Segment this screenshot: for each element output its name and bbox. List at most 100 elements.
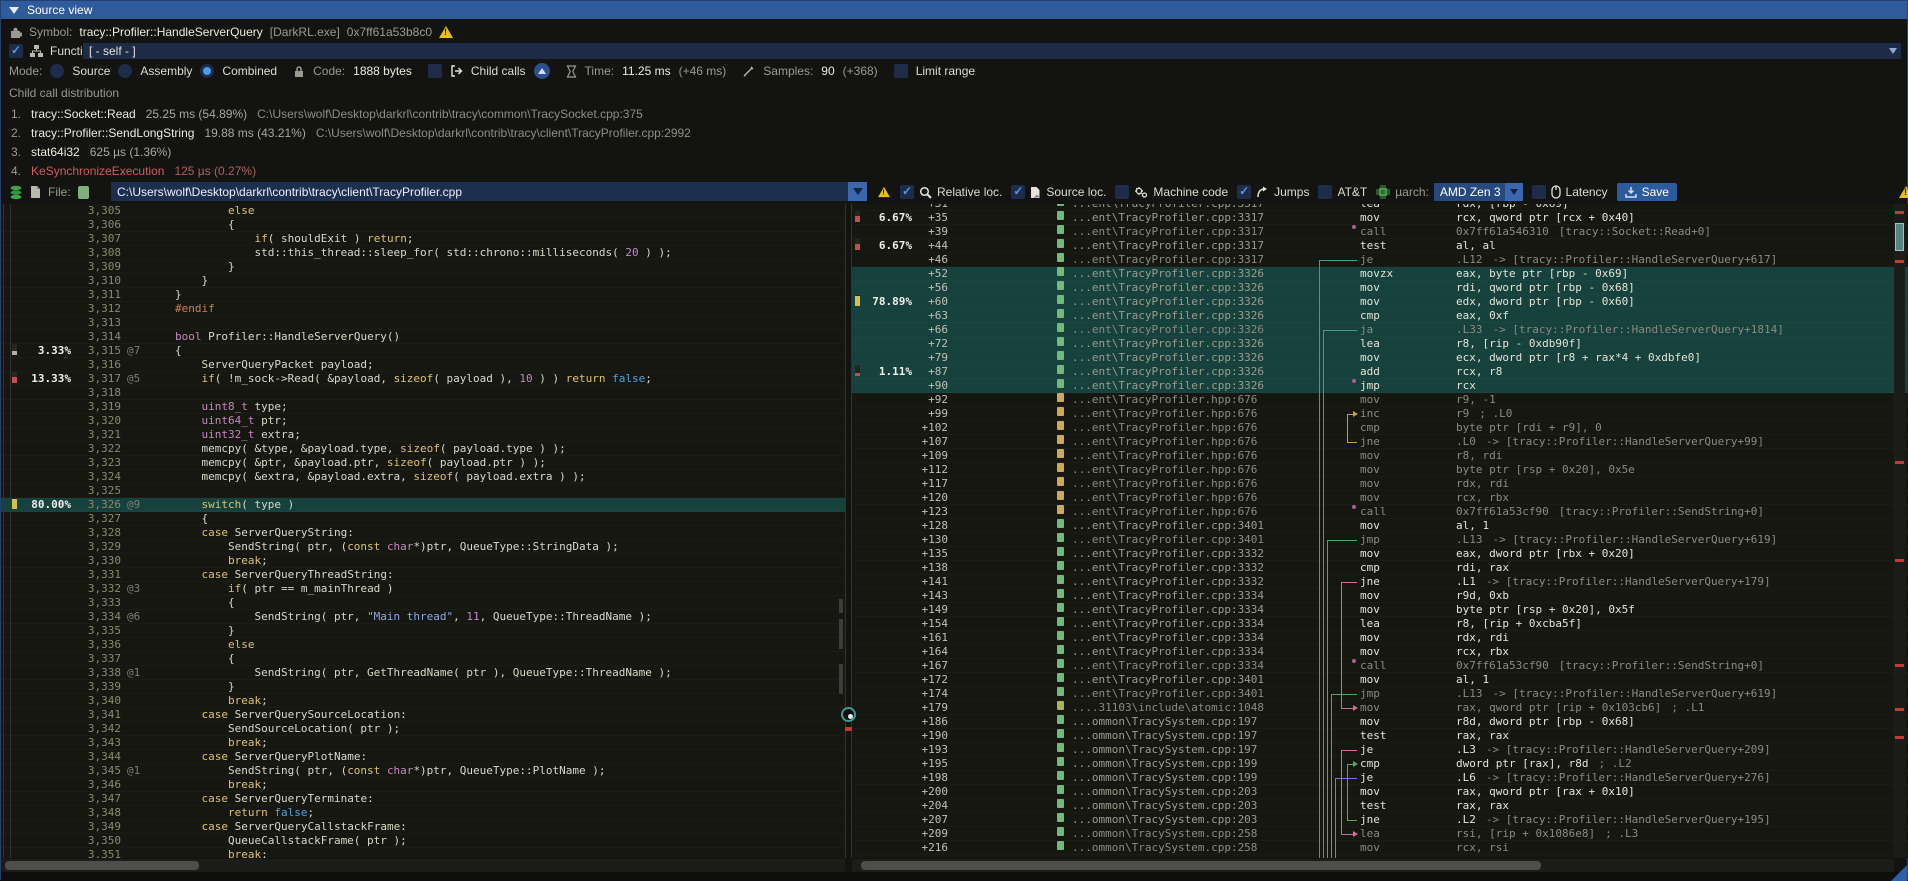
function-checkbox[interactable] (9, 44, 23, 58)
source-line[interactable]: 3,312#endif (1, 302, 845, 316)
asm-row[interactable]: +63...ent\TracyProfiler.cpp:3326cmpeax, … (852, 309, 1908, 323)
asm-row[interactable]: +164...ent\TracyProfiler.cpp:3334movrcx,… (852, 645, 1908, 659)
save-button[interactable]: Save (1617, 183, 1677, 201)
source-line[interactable]: 3,314bool Profiler::HandleServerQuery() (1, 330, 845, 344)
pane-splitter[interactable] (845, 204, 852, 858)
asm-row[interactable]: 1.11%+87...ent\TracyProfiler.cpp:3326add… (852, 365, 1908, 379)
asm-row[interactable]: +128...ent\TracyProfiler.cpp:3401moval, … (852, 519, 1908, 533)
function-combo[interactable]: [ - self - ] (83, 43, 1901, 59)
machine-code-checkbox[interactable] (1115, 185, 1129, 199)
asm-row[interactable]: +31...ent\TracyProfiler.cpp:3317leardx, … (852, 204, 1908, 211)
source-line[interactable]: 3,335 } (1, 624, 845, 638)
source-hscrollbar[interactable] (1, 859, 845, 872)
assembly-vscrollbar[interactable] (1894, 204, 1905, 858)
latency-toggle[interactable]: Latency (1532, 185, 1608, 199)
source-line[interactable]: 80.00%3,326@9 switch( type ) (1, 498, 845, 512)
assembly-pane[interactable]: +31...ent\TracyProfiler.cpp:3317leardx, … (852, 204, 1908, 858)
file-combo[interactable]: C:\Users\wolf\Desktop\darkrl\contrib\tra… (111, 182, 867, 201)
toolbar-warning-icon[interactable] (878, 187, 890, 197)
source-line[interactable]: 3,325 (1, 484, 845, 498)
child-call-entry[interactable]: 3.stat64i32625 µs (1.36%) (1, 142, 1907, 161)
source-line[interactable]: 3,306 { (1, 218, 845, 232)
asm-row[interactable]: +167...ent\TracyProfiler.cpp:3334call0x7… (852, 659, 1908, 673)
source-line[interactable]: 3,313 (1, 316, 845, 330)
source-line[interactable]: 3,323 memcpy( &ptr, &payload.ptr, sizeof… (1, 456, 845, 470)
source-line[interactable]: 3,345@1 SendString( ptr, (const char*)pt… (1, 764, 845, 778)
mode-radio-assembly[interactable] (118, 64, 132, 78)
asm-row[interactable]: +92...ent\TracyProfiler.hpp:676movr9, -1 (852, 393, 1908, 407)
source-vertical-scrollbar[interactable] (837, 204, 845, 858)
source-line[interactable]: 3,343 break; (1, 736, 845, 750)
child-calls-checkbox[interactable] (428, 64, 442, 78)
assembly-vscrollbar-thumb[interactable] (1895, 223, 1904, 251)
asm-row[interactable]: +79...ent\TracyProfiler.cpp:3326movecx, … (852, 351, 1908, 365)
asm-row[interactable]: +172...ent\TracyProfiler.cpp:3401moval, … (852, 673, 1908, 687)
assembly-hscrollbar-thumb[interactable] (861, 861, 1541, 870)
source-line[interactable]: 3,328 case ServerQueryString: (1, 526, 845, 540)
relative-loc-checkbox[interactable] (900, 185, 914, 199)
asm-row[interactable]: +90...ent\TracyProfiler.cpp:3326jmprcx (852, 379, 1908, 393)
source-line[interactable]: 3,341 case ServerQuerySourceLocation: (1, 708, 845, 722)
child-call-entry[interactable]: 2.tracy::Profiler::SendLongString19.88 m… (1, 123, 1907, 142)
source-pane[interactable]: 3,305 else3,306 {3,307 if( shouldExit ) … (1, 204, 845, 858)
source-line[interactable]: 3,334@6 SendString( ptr, "Main thread", … (1, 610, 845, 624)
jumps-checkbox[interactable] (1237, 185, 1251, 199)
asm-row[interactable]: +56...ent\TracyProfiler.cpp:3326movrdi, … (852, 281, 1908, 295)
asm-row[interactable]: +141...ent\TracyProfiler.cpp:3332jne.L1-… (852, 575, 1908, 589)
collapse-icon[interactable] (9, 7, 19, 14)
source-line[interactable]: 3,311} (1, 288, 845, 302)
asm-row[interactable]: +123...ent\TracyProfiler.hpp:676call0x7f… (852, 505, 1908, 519)
asm-row[interactable]: +109...ent\TracyProfiler.hpp:676movr8, r… (852, 449, 1908, 463)
source-line[interactable]: 3,339 } (1, 680, 845, 694)
machine-code-toggle[interactable]: Machine code (1115, 185, 1228, 199)
uarch-combo[interactable]: AMD Zen 3 (1434, 183, 1523, 201)
source-line[interactable]: 3,321 uint32_t extra; (1, 428, 845, 442)
source-line[interactable]: 3,316 ServerQueryPacket payload; (1, 358, 845, 372)
source-line[interactable]: 13.33%3,317@5 if( !m_sock->Read( &payloa… (1, 372, 845, 386)
asm-row[interactable]: +39...ent\TracyProfiler.cpp:3317call0x7f… (852, 225, 1908, 239)
asm-row[interactable]: +204...ommon\TracySystem.cpp:203testrax,… (852, 799, 1908, 813)
source-line[interactable]: 3,327 { (1, 512, 845, 526)
asm-row[interactable]: +149...ent\TracyProfiler.cpp:3334movbyte… (852, 603, 1908, 617)
asm-row[interactable]: +135...ent\TracyProfiler.cpp:3332moveax,… (852, 547, 1908, 561)
asm-row[interactable]: 78.89%+60...ent\TracyProfiler.cpp:3326mo… (852, 295, 1908, 309)
asm-row[interactable]: +209...ommon\TracySystem.cpp:258learsi, … (852, 827, 1908, 841)
source-hscrollbar-thumb[interactable] (5, 861, 199, 870)
mode-radio-source[interactable] (50, 64, 64, 78)
source-line[interactable]: 3,347 case ServerQueryTerminate: (1, 792, 845, 806)
source-line[interactable]: 3,309 } (1, 260, 845, 274)
asm-row[interactable]: +154...ent\TracyProfiler.cpp:3334lear8, … (852, 617, 1908, 631)
asm-row[interactable]: +130...ent\TracyProfiler.cpp:3401jmp.L13… (852, 533, 1908, 547)
jumps-toggle[interactable]: Jumps (1237, 185, 1309, 199)
source-line[interactable]: 3,333 { (1, 596, 845, 610)
asm-row[interactable]: +46...ent\TracyProfiler.cpp:3317je.L12->… (852, 253, 1908, 267)
source-line[interactable]: 3,337 { (1, 652, 845, 666)
child-call-entry[interactable]: 1.tracy::Socket::Read25.25 ms (54.89%)C:… (1, 104, 1907, 123)
asm-row[interactable]: 6.67%+44...ent\TracyProfiler.cpp:3317tes… (852, 239, 1908, 253)
latency-checkbox[interactable] (1532, 185, 1546, 199)
source-line[interactable]: 3,320 uint64_t ptr; (1, 414, 845, 428)
child-calls-up-button[interactable] (534, 63, 550, 79)
source-line[interactable]: 3,350 QueueCallstackFrame( ptr ); (1, 834, 845, 848)
source-loc-toggle[interactable]: Source loc. (1011, 185, 1106, 199)
source-line[interactable]: 3,349 case ServerQueryCallstackFrame: (1, 820, 845, 834)
source-line[interactable]: 3,336 else (1, 638, 845, 652)
source-line[interactable]: 3,329 SendString( ptr, (const char*)ptr,… (1, 540, 845, 554)
window-titlebar[interactable]: Source view (1, 1, 1907, 19)
asm-row[interactable]: +107...ent\TracyProfiler.hpp:676jne.L0->… (852, 435, 1908, 449)
source-line[interactable]: 3,322 memcpy( &type, &payload.type, size… (1, 442, 845, 456)
relative-loc-toggle[interactable]: Relative loc. (900, 185, 1002, 199)
source-line[interactable]: 3,318 (1, 386, 845, 400)
mode-radio-combined[interactable] (200, 64, 214, 78)
asm-row[interactable]: +198...ommon\TracySystem.cpp:199je.L6-> … (852, 771, 1908, 785)
file-combo-dropdown-button[interactable] (848, 182, 867, 201)
asm-row[interactable]: +179....31103\include\atomic:1048movrax,… (852, 701, 1908, 715)
asm-row[interactable]: +186...ommon\TracySystem.cpp:197movr8d, … (852, 715, 1908, 729)
source-line[interactable]: 3,332@3 if( ptr == m_mainThread ) (1, 582, 845, 596)
asm-row[interactable]: +174...ent\TracyProfiler.cpp:3401jmp.L13… (852, 687, 1908, 701)
source-loc-checkbox[interactable] (1011, 185, 1025, 199)
att-toggle[interactable]: AT&T (1318, 185, 1367, 199)
source-line[interactable]: 3.33%3,315@7{ (1, 344, 845, 358)
asm-row[interactable]: 6.67%+35...ent\TracyProfiler.cpp:3317mov… (852, 211, 1908, 225)
asm-row[interactable]: +138...ent\TracyProfiler.cpp:3332cmprdi,… (852, 561, 1908, 575)
